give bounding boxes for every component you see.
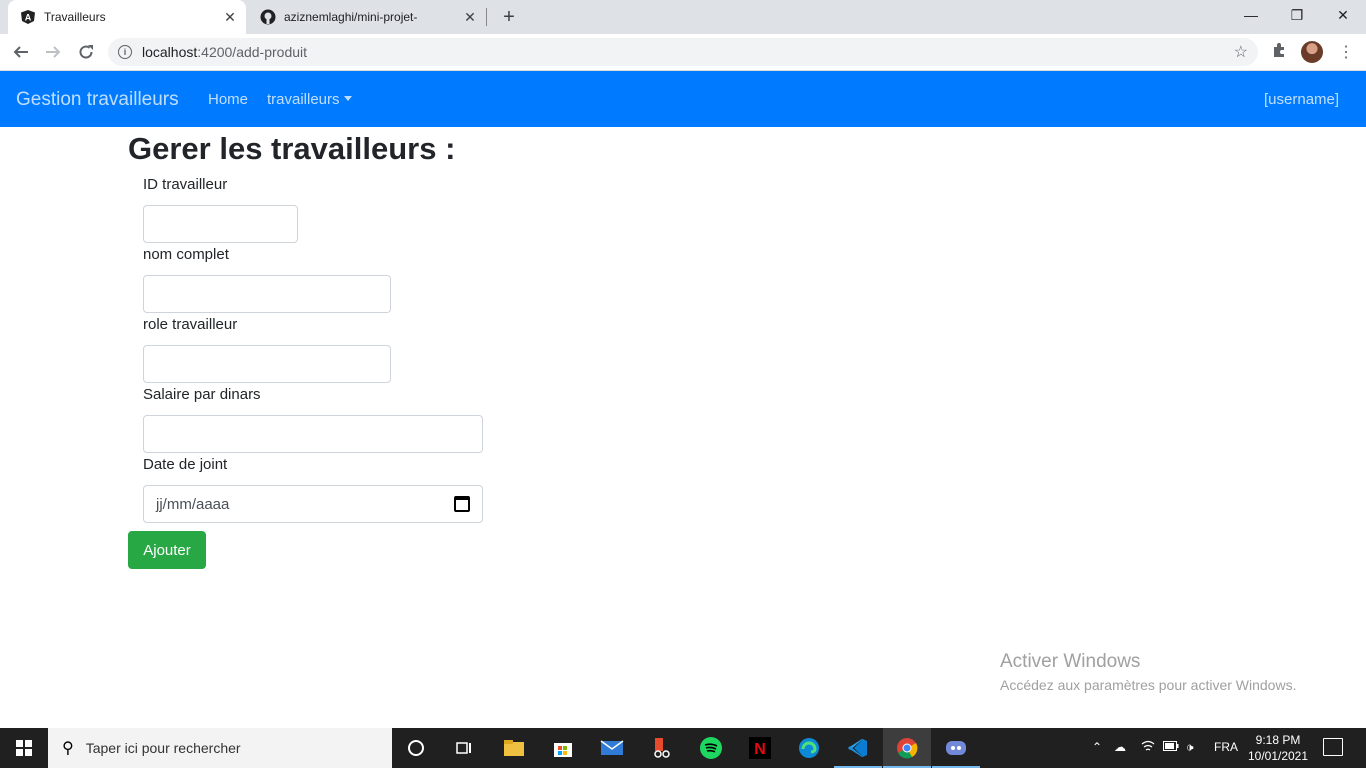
calendar-icon[interactable] xyxy=(454,496,470,512)
nav-dropdown-label: travailleurs xyxy=(267,91,340,108)
file-explorer-icon[interactable] xyxy=(502,736,526,760)
svg-text:A: A xyxy=(25,13,32,23)
task-view-icon[interactable] xyxy=(452,736,476,760)
angular-icon: A xyxy=(20,9,36,25)
taskbar: ⚲ Taper ici pour rechercher N ⌃ ☁ 🕩 FRA … xyxy=(0,728,1366,768)
mail-icon[interactable] xyxy=(600,736,624,760)
svg-text:N: N xyxy=(754,741,766,758)
wifi-icon[interactable] xyxy=(1141,740,1155,755)
label-role: role travailleur xyxy=(143,316,238,333)
info-icon[interactable]: i xyxy=(118,45,132,59)
battery-icon[interactable] xyxy=(1163,740,1179,754)
clock[interactable]: 9:18 PM 10/01/2021 xyxy=(1244,732,1312,764)
puzzle-icon[interactable] xyxy=(1271,42,1287,63)
url-path: :4200/add-produit xyxy=(197,44,308,60)
page-title: Gerer les travailleurs : xyxy=(128,131,456,166)
chrome-icon[interactable] xyxy=(895,736,919,760)
ajouter-button[interactable]: Ajouter xyxy=(128,531,206,569)
reload-icon[interactable] xyxy=(73,39,99,65)
volume-icon[interactable]: 🕩 xyxy=(1186,740,1194,755)
url-host: localhost xyxy=(142,44,198,60)
nom-input[interactable] xyxy=(143,275,391,313)
vscode-icon[interactable] xyxy=(846,736,870,760)
caret-down-icon xyxy=(343,96,352,101)
tab-title: Travailleurs xyxy=(44,10,106,24)
close-window-icon[interactable]: ✕ xyxy=(1320,0,1366,30)
clock-time: 9:18 PM xyxy=(1255,733,1301,747)
label-nom: nom complet xyxy=(143,246,229,263)
notification-icon[interactable] xyxy=(1323,738,1343,756)
watermark-title: Activer Windows xyxy=(1000,651,1141,672)
new-tab-icon[interactable]: + xyxy=(498,6,520,28)
activation-watermark: Activer Windows Accédez aux paramètres p… xyxy=(1000,651,1296,693)
restore-icon[interactable]: ❐ xyxy=(1274,0,1320,30)
tab-travailleurs[interactable]: A Travailleurs ✕ xyxy=(8,0,246,34)
discord-icon[interactable] xyxy=(944,736,968,760)
watermark-subtitle: Accédez aux paramètres pour activer Wind… xyxy=(1000,677,1297,693)
salaire-input[interactable] xyxy=(143,415,483,453)
taskbar-search[interactable]: ⚲ Taper ici pour rechercher xyxy=(48,728,392,768)
chevron-up-icon[interactable]: ⌃ xyxy=(1092,740,1102,754)
date-placeholder: jj/mm/aaaa xyxy=(156,495,230,513)
store-icon[interactable] xyxy=(551,736,575,760)
nav-username[interactable]: [username] xyxy=(1264,91,1339,108)
cortana-icon[interactable] xyxy=(404,736,428,760)
tab-github[interactable]: aziznemlaghi/mini-projet- ✕ xyxy=(248,0,486,34)
edge-icon[interactable] xyxy=(797,736,821,760)
label-id: ID travailleur xyxy=(143,176,228,193)
windows-logo-icon xyxy=(16,740,32,756)
snip-tool-icon[interactable] xyxy=(650,736,674,760)
menu-icon[interactable]: ⋮ xyxy=(1338,42,1354,62)
browser-tab-strip: A Travailleurs ✕ aziznemlaghi/mini-proje… xyxy=(0,0,1366,34)
star-icon[interactable]: ☆ xyxy=(1234,42,1248,62)
forward-icon[interactable] xyxy=(40,39,66,65)
minimize-icon[interactable]: — xyxy=(1228,0,1274,30)
role-input[interactable] xyxy=(143,345,391,383)
github-icon xyxy=(260,9,276,25)
label-salaire: Salaire par dinars xyxy=(143,386,261,403)
avatar[interactable] xyxy=(1301,41,1323,63)
navbar-brand[interactable]: Gestion travailleurs xyxy=(16,89,179,111)
url-text: localhost:4200/add-produit xyxy=(142,44,307,60)
spotify-icon[interactable] xyxy=(699,736,723,760)
language-indicator[interactable]: FRA xyxy=(1214,740,1238,754)
label-date: Date de joint xyxy=(143,456,228,473)
close-icon[interactable]: ✕ xyxy=(220,7,240,27)
netflix-icon[interactable]: N xyxy=(748,736,772,760)
search-icon: ⚲ xyxy=(62,740,74,757)
nav-travailleurs-dropdown[interactable]: travailleurs xyxy=(267,91,352,108)
date-input[interactable]: jj/mm/aaaa xyxy=(143,485,483,523)
navbar: Gestion travailleurs Home travailleurs [… xyxy=(0,71,1366,127)
tab-title: aziznemlaghi/mini-projet- xyxy=(284,10,418,24)
browser-toolbar: i localhost:4200/add-produit ☆ ⋮ xyxy=(0,34,1366,71)
id-input[interactable] xyxy=(143,205,298,243)
search-placeholder: Taper ici pour rechercher xyxy=(85,740,241,756)
address-bar[interactable]: i localhost:4200/add-produit ☆ xyxy=(108,38,1258,66)
cloud-icon[interactable]: ☁ xyxy=(1114,740,1126,754)
close-icon[interactable]: ✕ xyxy=(460,7,480,27)
tab-separator xyxy=(486,8,487,26)
clock-date: 10/01/2021 xyxy=(1247,749,1309,763)
start-button[interactable] xyxy=(0,728,48,768)
back-icon[interactable] xyxy=(8,39,34,65)
nav-home[interactable]: Home xyxy=(208,91,248,108)
